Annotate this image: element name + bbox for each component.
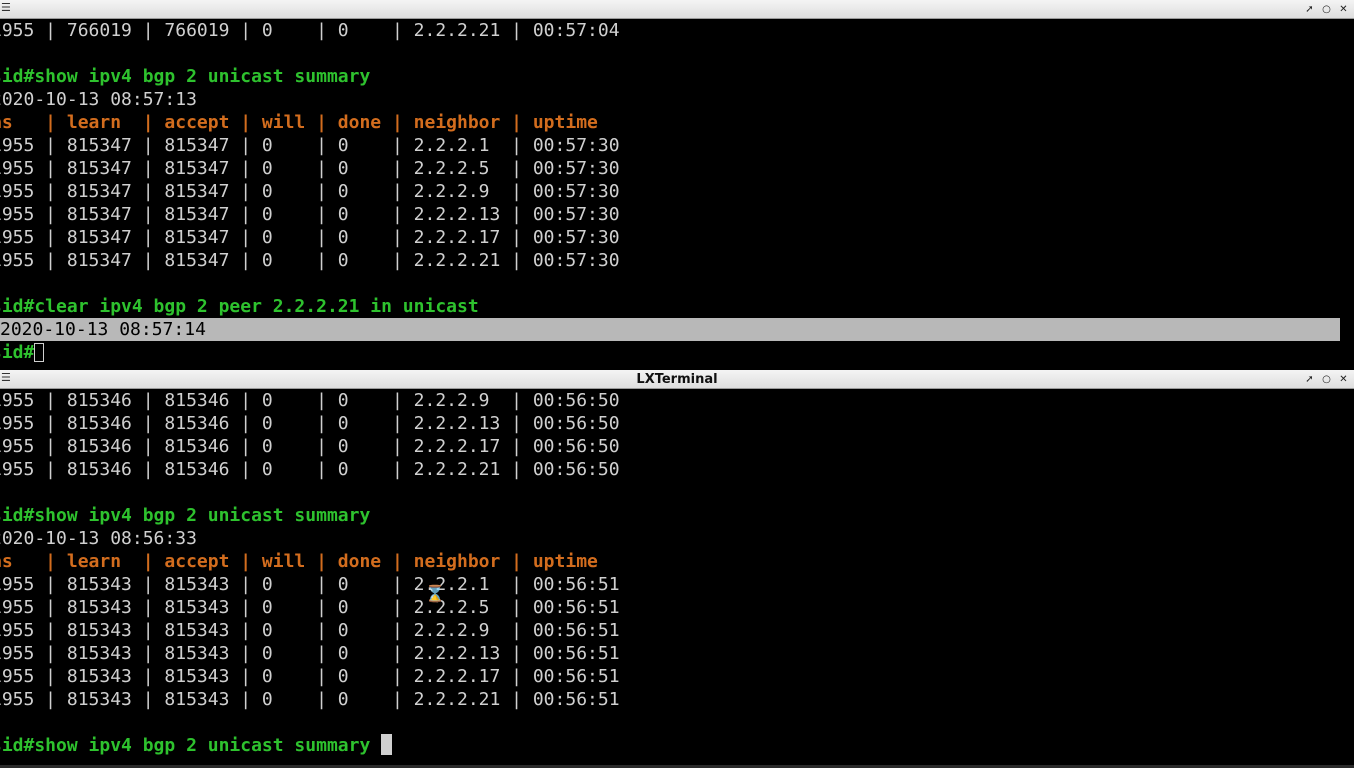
output-line: 1955 | 815343 | 815343 | 0 | 0 | 2.2.2.5… <box>0 597 620 618</box>
maximize-icon[interactable]: ○ <box>1322 4 1331 15</box>
terminal-window-bottom[interactable]: ☰ LXTerminal ➚ ○ ✕ 1955 | 815346 | 81534… <box>0 370 1354 768</box>
output-line: 1955 | 766019 | 766019 | 0 | 0 | 2.2.2.2… <box>0 20 620 41</box>
terminal-output[interactable]: 1955 | 766019 | 766019 | 0 | 0 | 2.2.2.2… <box>0 19 1354 370</box>
output-line: 1955 | 815346 | 815346 | 0 | 0 | 2.2.2.2… <box>0 459 620 480</box>
text-cursor-icon: ⌛ <box>425 585 445 603</box>
output-line: 1955 | 815343 | 815343 | 0 | 0 | 2.2.2.1… <box>0 574 620 595</box>
command-line: sid# <box>0 341 1354 364</box>
output-line: 1955 | 815343 | 815343 | 0 | 0 | 2.2.2.2… <box>0 689 620 710</box>
command-text: sid#clear ipv4 bgp 2 peer 2.2.2.21 in un… <box>0 296 479 317</box>
window-title: LXTerminal <box>636 372 718 387</box>
output-line: 1955 | 815347 | 815347 | 0 | 0 | 2.2.2.2… <box>0 250 620 271</box>
command-text: sid# <box>0 342 35 363</box>
maximize-icon[interactable]: ○ <box>1322 374 1331 385</box>
command-text: sid#show ipv4 bgp 2 unicast summary <box>0 735 382 756</box>
output-line: 1955 | 815347 | 815347 | 0 | 0 | 2.2.2.9… <box>0 181 620 202</box>
terminal-cursor <box>34 343 45 362</box>
command-text: sid#show ipv4 bgp 2 unicast summary <box>0 66 371 87</box>
command-line: sid#show ipv4 bgp 2 unicast summary <box>0 734 1354 757</box>
command-line: sid#show ipv4 bgp 2 unicast summary <box>0 504 1354 527</box>
output-line: 1955 | 815347 | 815347 | 0 | 0 | 2.2.2.1… <box>0 227 620 248</box>
output-line: 1955 | 815347 | 815347 | 0 | 0 | 2.2.2.5… <box>0 158 620 179</box>
output-line: 2020-10-13 08:57:13 <box>0 89 197 110</box>
window-menu-icon[interactable]: ☰ <box>1 2 12 16</box>
command-text: sid#show ipv4 bgp 2 unicast summary <box>0 505 371 526</box>
output-line: 2020-10-13 08:56:33 <box>0 528 197 549</box>
title-bar[interactable]: ☰ ➚ ○ ✕ <box>0 0 1354 19</box>
terminal-cursor <box>381 734 393 755</box>
output-line: 1955 | 815343 | 815343 | 0 | 0 | 2.2.2.1… <box>0 643 620 664</box>
output-line: 1955 | 815346 | 815346 | 0 | 0 | 2.2.2.1… <box>0 413 620 434</box>
title-bar[interactable]: ☰ LXTerminal ➚ ○ ✕ <box>0 370 1354 389</box>
terminal-output[interactable]: 1955 | 815346 | 815346 | 0 | 0 | 2.2.2.9… <box>0 389 1354 768</box>
command-line: sid#show ipv4 bgp 2 unicast summary <box>0 65 1354 88</box>
output-line: 1955 | 815346 | 815346 | 0 | 0 | 2.2.2.1… <box>0 436 620 457</box>
output-line: 1955 | 815343 | 815343 | 0 | 0 | 2.2.2.1… <box>0 666 620 687</box>
minimize-icon[interactable]: ➚ <box>1305 4 1314 15</box>
close-icon[interactable]: ✕ <box>1339 374 1348 385</box>
close-icon[interactable]: ✕ <box>1339 4 1348 15</box>
terminal-window-top[interactable]: ☰ ➚ ○ ✕ 1955 | 766019 | 766019 | 0 | 0 |… <box>0 0 1354 370</box>
command-line: sid#clear ipv4 bgp 2 peer 2.2.2.21 in un… <box>0 295 1354 318</box>
table-header: as | learn | accept | will | done | neig… <box>0 112 598 133</box>
output-line: 1955 | 815343 | 815343 | 0 | 0 | 2.2.2.9… <box>0 620 620 641</box>
output-line: 1955 | 815346 | 815346 | 0 | 0 | 2.2.2.9… <box>0 390 620 411</box>
minimize-icon[interactable]: ➚ <box>1305 374 1314 385</box>
output-line: 1955 | 815347 | 815347 | 0 | 0 | 2.2.2.1… <box>0 135 620 156</box>
table-header: as | learn | accept | will | done | neig… <box>0 551 598 572</box>
selected-output-line: 2020-10-13 08:57:14 <box>0 318 1340 341</box>
output-line: 1955 | 815347 | 815347 | 0 | 0 | 2.2.2.1… <box>0 204 620 225</box>
